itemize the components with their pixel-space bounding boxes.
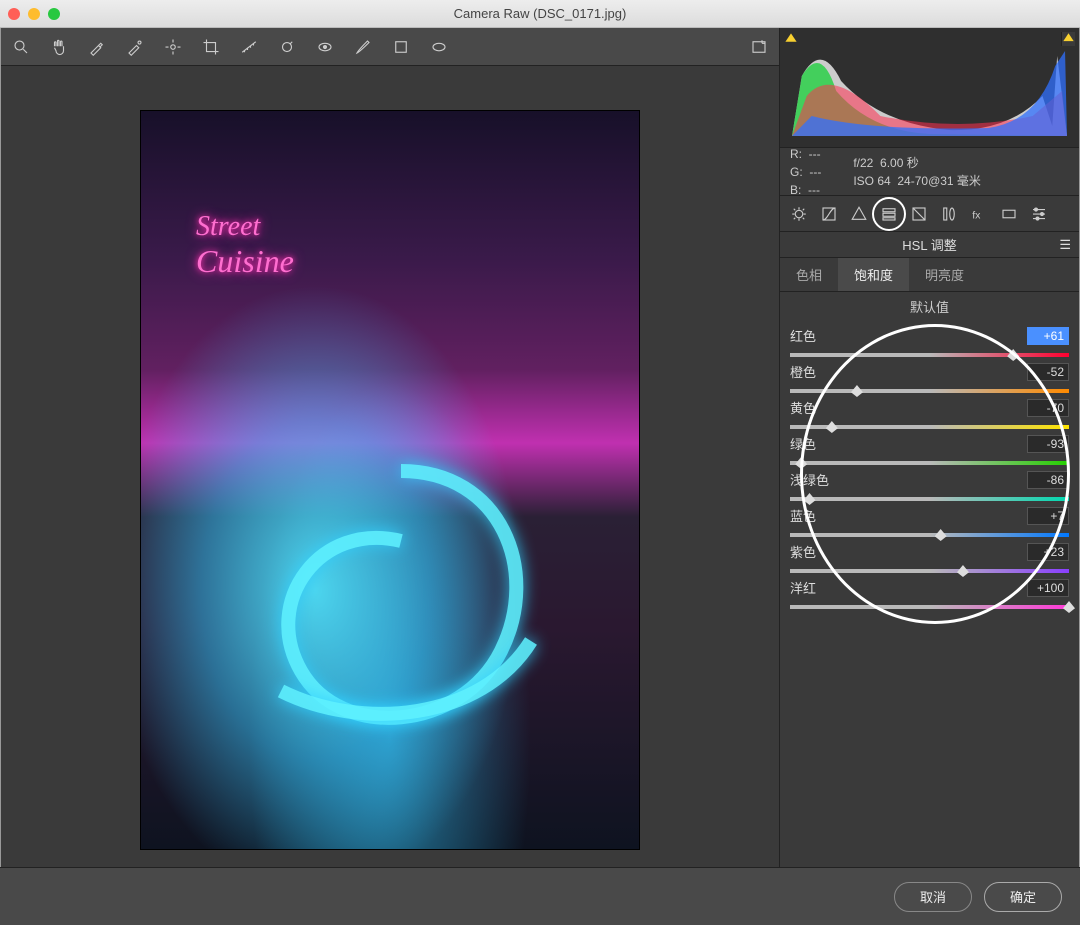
slider-label: 红色 [790, 326, 816, 345]
histogram[interactable] [780, 28, 1079, 148]
slider-track[interactable] [790, 567, 1069, 575]
highlight-clip-icon[interactable] [1061, 32, 1075, 46]
slider-value-input[interactable]: +23 [1027, 543, 1069, 561]
slider-value-input[interactable]: -52 [1027, 363, 1069, 381]
svg-text:fx: fx [972, 209, 981, 221]
slider-value-input[interactable]: +7 [1027, 507, 1069, 525]
slider-thumb-icon[interactable] [795, 457, 807, 469]
slider-track[interactable] [790, 459, 1069, 467]
slider-row: 黄色 -70 [790, 398, 1069, 434]
slider-value-input[interactable]: +100 [1027, 579, 1069, 597]
redeye-icon[interactable] [313, 35, 337, 59]
shadow-clip-icon[interactable] [784, 32, 798, 46]
panel-title: HSL 调整 ☰ [780, 232, 1079, 258]
slider-thumb-icon[interactable] [851, 385, 863, 397]
spot-removal-icon[interactable] [275, 35, 299, 59]
graduated-filter-icon[interactable] [389, 35, 413, 59]
color-sampler-icon[interactable] [123, 35, 147, 59]
slider-label: 黄色 [790, 398, 816, 417]
slider-value-input[interactable]: -93 [1027, 435, 1069, 453]
panel-tabs: fx [780, 196, 1079, 232]
slider-thumb-icon[interactable] [1063, 601, 1075, 613]
slider-row: 蓝色 +7 [790, 506, 1069, 542]
slider-label: 浅绿色 [790, 470, 829, 489]
tab-hsl-icon[interactable] [876, 201, 902, 227]
straighten-icon[interactable] [237, 35, 261, 59]
slider-row: 绿色 -93 [790, 434, 1069, 470]
maximize-window-icon[interactable] [48, 8, 60, 20]
window-title: Camera Raw (DSC_0171.jpg) [454, 6, 627, 21]
hsl-sliders: 红色 +61 橙色 -52 黄色 -70 绿色 -93 [780, 320, 1079, 620]
zoom-tool-icon[interactable] [9, 35, 33, 59]
left-pane: Street Cuisine − + 46.7% ⌄ Y ◧ [1, 28, 779, 924]
slider-row: 浅绿色 -86 [790, 470, 1069, 506]
tab-split-tone-icon[interactable] [906, 201, 932, 227]
right-panel: R: --- G: --- B: --- f/22 6.00 秒 ISO 64 … [779, 28, 1079, 924]
slider-track[interactable] [790, 423, 1069, 431]
tab-hue[interactable]: 色相 [780, 258, 838, 291]
slider-label: 绿色 [790, 434, 816, 453]
tab-curve-icon[interactable] [816, 201, 842, 227]
tab-saturation[interactable]: 饱和度 [838, 258, 909, 291]
targeted-adjustment-icon[interactable] [161, 35, 185, 59]
slider-label: 蓝色 [790, 506, 816, 525]
titlebar: Camera Raw (DSC_0171.jpg) [0, 0, 1080, 28]
hsl-subtabs: 色相 饱和度 明亮度 [780, 258, 1079, 292]
meta-readout: R: --- G: --- B: --- f/22 6.00 秒 ISO 64 … [780, 148, 1079, 196]
footer: 取消 确定 [0, 867, 1080, 925]
slider-thumb-icon[interactable] [1007, 349, 1019, 361]
slider-label: 紫色 [790, 542, 816, 561]
eyedropper-icon[interactable] [85, 35, 109, 59]
slider-thumb-icon[interactable] [804, 493, 816, 505]
tab-luminance[interactable]: 明亮度 [909, 258, 980, 291]
main-toolbar [1, 28, 779, 66]
defaults-link[interactable]: 默认值 [780, 292, 1079, 320]
crop-tool-icon[interactable] [199, 35, 223, 59]
slider-row: 洋红 +100 [790, 578, 1069, 614]
slider-thumb-icon[interactable] [957, 565, 969, 577]
cancel-button[interactable]: 取消 [894, 882, 972, 912]
slider-thumb-icon[interactable] [935, 529, 947, 541]
radial-filter-icon[interactable] [427, 35, 451, 59]
panel-menu-icon[interactable]: ☰ [1059, 237, 1071, 253]
hand-tool-icon[interactable] [47, 35, 71, 59]
slider-row: 橙色 -52 [790, 362, 1069, 398]
slider-track[interactable] [790, 351, 1069, 359]
tab-calibration-icon[interactable] [996, 201, 1022, 227]
slider-track[interactable] [790, 387, 1069, 395]
preview-canvas[interactable]: Street Cuisine [1, 66, 779, 894]
slider-value-input[interactable]: +61 [1027, 327, 1069, 345]
preview-image: Street Cuisine [140, 110, 640, 850]
minimize-window-icon[interactable] [28, 8, 40, 20]
slider-row: 紫色 +23 [790, 542, 1069, 578]
tab-detail-icon[interactable] [846, 201, 872, 227]
slider-track[interactable] [790, 531, 1069, 539]
slider-thumb-icon[interactable] [826, 421, 838, 433]
slider-row: 红色 +61 [790, 326, 1069, 362]
tab-lens-icon[interactable] [936, 201, 962, 227]
slider-track[interactable] [790, 603, 1069, 611]
ok-button[interactable]: 确定 [984, 882, 1062, 912]
tab-presets-icon[interactable] [1026, 201, 1052, 227]
tab-fx-icon[interactable]: fx [966, 201, 992, 227]
slider-value-input[interactable]: -86 [1027, 471, 1069, 489]
slider-track[interactable] [790, 495, 1069, 503]
tab-basic-icon[interactable] [786, 201, 812, 227]
brush-icon[interactable] [351, 35, 375, 59]
slider-label: 洋红 [790, 578, 816, 597]
close-window-icon[interactable] [8, 8, 20, 20]
slider-label: 橙色 [790, 362, 816, 381]
slider-value-input[interactable]: -70 [1027, 399, 1069, 417]
open-image-icon[interactable] [747, 35, 771, 59]
